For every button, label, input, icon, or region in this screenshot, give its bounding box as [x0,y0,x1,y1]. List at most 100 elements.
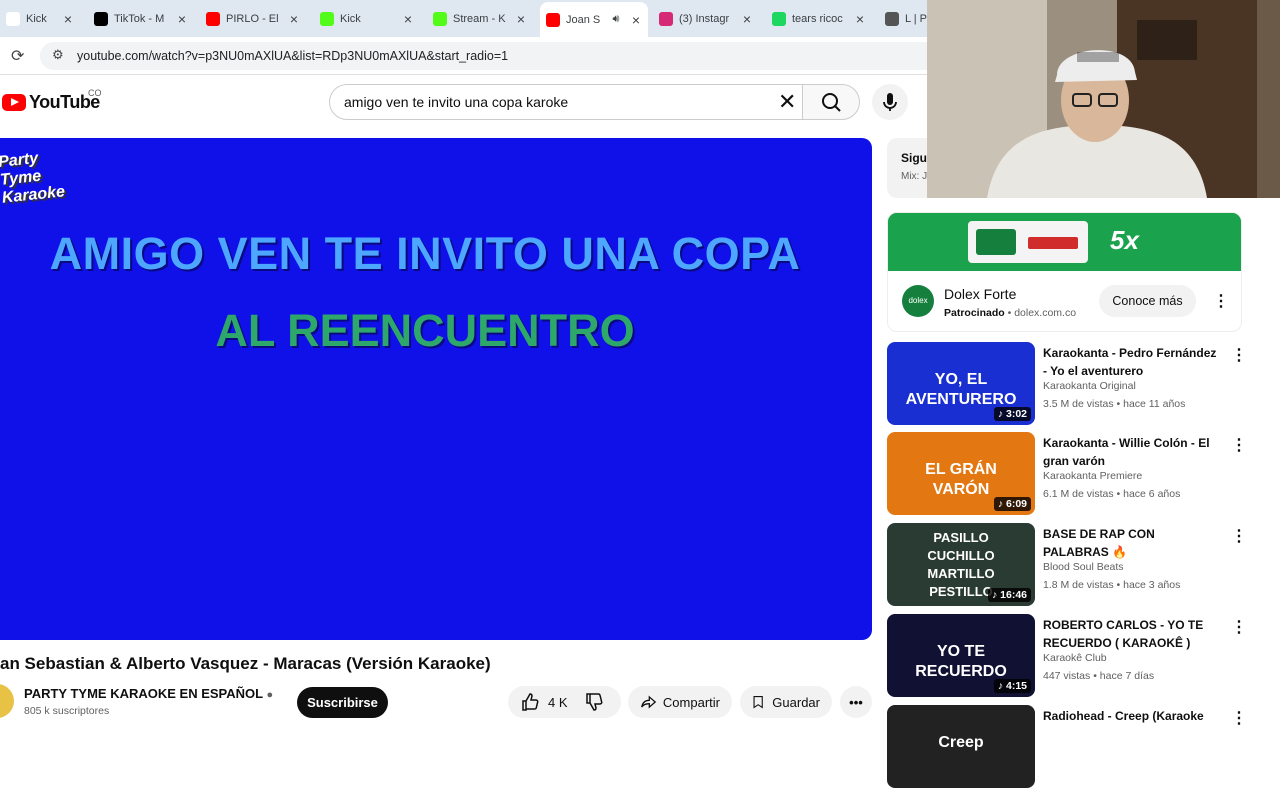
subscriber-count: 805 k suscriptores [24,705,110,717]
verified-icon: ● [266,689,274,701]
webcam-person-image [927,0,1280,198]
thumbnail-text: YO, EL AVENTURERO [905,371,1017,408]
video-title[interactable]: Radiohead - Creep (Karaoke [1043,707,1223,725]
video-thumbnail[interactable]: PASILLO CUCHILLO MARTILLO PESTILLO ♪ 16:4… [887,523,1035,606]
more-options-icon[interactable]: ⋮ [1231,708,1247,728]
video-title[interactable]: BASE DE RAP CON PALABRAS 🔥 ENTRENAMIENTO… [1043,525,1223,561]
share-button[interactable]: Compartir [628,686,732,718]
video-title[interactable]: ROBERTO CARLOS - YO TE RECUERDO ( KARAOK… [1043,616,1223,652]
channel-name[interactable]: Blood Soul Beats [1043,561,1124,573]
browser-tab[interactable]: Joan S 🔊︎ × [540,2,648,37]
search-query: amigo ven te invito una copa karoke [344,94,569,110]
youtube-play-icon [2,94,26,111]
browser-tab[interactable]: (3) Instagr × [653,4,759,34]
tab-close-icon[interactable]: × [174,11,190,27]
channel-name[interactable]: PARTY TYME KARAOKE EN ESPAÑOL ● [24,686,273,701]
browser-tab[interactable]: tears ricoc × [766,4,872,34]
channel-name[interactable]: Karaokê Club [1043,652,1107,664]
tab-close-icon[interactable]: × [628,12,644,28]
tab-close-icon[interactable]: × [852,11,868,27]
video-duration: ♪ 16:46 [987,588,1031,602]
site-settings-icon[interactable]: ⚙ [52,47,64,63]
search-button[interactable] [802,84,860,120]
tab-close-icon[interactable]: × [513,11,529,27]
like-dislike-group: 4 K [508,686,621,718]
recommendation-item[interactable]: EL GRÁN VARÓN ♪ 6:09 Karaokanta - Willie C… [887,432,1247,518]
video-meta: 1.8 M de vistas • hace 3 años [1043,579,1181,591]
tab-close-icon[interactable]: × [286,11,302,27]
browser-tab[interactable]: Kick × [314,4,420,34]
share-label: Compartir [662,694,720,710]
recommendation-item[interactable]: Creep Radiohead - Creep (Karaoke ⋮ [887,705,1247,791]
video-thumbnail[interactable]: YO, EL AVENTURERO ♪ 3:02 [887,342,1035,425]
search-icon [822,93,841,112]
video-meta: 6.1 M de vistas • hace 6 años [1043,488,1181,500]
tab-close-icon[interactable]: × [400,11,416,27]
browser-tab[interactable]: Stream - K × [427,4,533,34]
ad-banner[interactable]: 5x [888,213,1241,271]
more-actions-button[interactable]: ••• [840,686,872,718]
video-meta: 3.5 M de vistas • hace 11 años [1043,398,1186,410]
more-options-icon[interactable]: ⋮ [1231,345,1247,365]
video-thumbnail[interactable]: EL GRÁN VARÓN ♪ 6:09 [887,432,1035,515]
browser-tab[interactable]: L | Pl [879,4,931,34]
ad-cta-button[interactable]: Conoce más [1099,285,1196,317]
subscribe-button[interactable]: Suscribirse [297,687,388,718]
microphone-icon [883,93,897,111]
browser-toolbar: ⟳ ⚙ youtube.com/watch?v=p3NU0mAXlUA&list… [0,37,930,75]
address-bar[interactable]: ⚙ youtube.com/watch?v=p3NU0mAXlUA&list=R… [40,42,930,70]
more-options-icon[interactable]: ⋮ [1231,435,1247,455]
lyric-line-1: AMIGO VEN TE INVITO UNA COPA [49,228,801,279]
video-player[interactable]: Party Tyme Karaoke AMIGO VEN TE INVITO U… [0,138,872,640]
channel-name[interactable]: Karaokanta Original [1043,380,1136,392]
tab-audio-icon[interactable]: 🔊︎ [608,13,624,26]
tab-title: tears ricoc [792,13,843,25]
video-title[interactable]: Karaokanta - Pedro Fernández - Yo el ave… [1043,344,1223,380]
more-options-icon[interactable]: ⋮ [1231,617,1247,637]
youtube-logo[interactable]: YouTube CO [2,88,102,113]
video-duration: ♪ 4:15 [993,679,1031,693]
like-count[interactable]: 4 K [548,695,568,710]
browser-tab[interactable]: TikTok - M × [88,4,194,34]
tab-title: Kick [340,13,361,25]
video-title[interactable]: Karaokanta - Willie Colón - El gran varó… [1043,434,1223,470]
dislike-icon[interactable] [584,692,604,712]
ad-more-icon[interactable]: ⋮ [1213,291,1229,311]
tab-close-icon[interactable]: × [60,11,76,27]
channel-name[interactable]: Karaokanta Premiere [1043,470,1142,482]
tab-favicon-icon [659,12,673,26]
tab-close-icon[interactable]: × [739,11,755,27]
more-options-icon[interactable]: ⋮ [1231,526,1247,546]
recommendation-item[interactable]: PASILLO CUCHILLO MARTILLO PESTILLO ♪ 16:4… [887,523,1247,609]
like-icon[interactable] [520,692,540,712]
browser-tab-bar: Kick × TikTok - M × PIRLO - El × Kick × Stream -… [0,0,930,37]
recommendation-item[interactable]: YO, EL AVENTURERO ♪ 3:02 Karaokanta - Pedr… [887,342,1247,428]
video-thumbnail[interactable]: Creep [887,705,1035,788]
sponsored-label: Patrocinado [944,307,1005,319]
video-duration: ♪ 3:02 [993,407,1031,421]
clear-search-icon[interactable]: ✕ [778,89,796,115]
video-duration: ♪ 6:09 [993,497,1031,511]
party-tyme-watermark: Party Tyme Karaoke [0,146,78,208]
sponsored-ad-card[interactable]: 5x dolex Dolex Forte Patrocinado • dolex… [887,212,1242,332]
browser-tab[interactable]: PIRLO - El × [200,4,306,34]
ad-domain: dolex.com.co [1014,307,1077,319]
voice-search-button[interactable] [872,84,908,120]
tab-favicon-icon [433,12,447,26]
video-thumbnail[interactable]: YO TE RECUERDO ♪ 4:15 [887,614,1035,697]
reload-icon[interactable]: ⟳ [11,46,24,66]
save-label: Guardar [772,694,820,710]
tab-title: TikTok - M [114,13,165,25]
country-code: CO [88,88,102,98]
playlist-panel[interactable]: Sigu Mix: J [887,138,927,198]
share-icon [641,695,657,709]
advertiser-name[interactable]: Dolex Forte [944,286,1016,302]
playlist-title: Sigu [901,151,927,165]
browser-tab[interactable]: Kick × [0,4,80,34]
channel-avatar[interactable] [0,684,14,718]
tab-title: (3) Instagr [679,13,730,25]
search-input[interactable]: amigo ven te invito una copa karoke ✕ [329,84,803,120]
tab-title: Joan S [566,13,601,26]
recommendation-item[interactable]: YO TE RECUERDO ♪ 4:15 ROBERTO CARLOS - YO … [887,614,1247,700]
save-button[interactable]: Guardar [740,686,832,718]
